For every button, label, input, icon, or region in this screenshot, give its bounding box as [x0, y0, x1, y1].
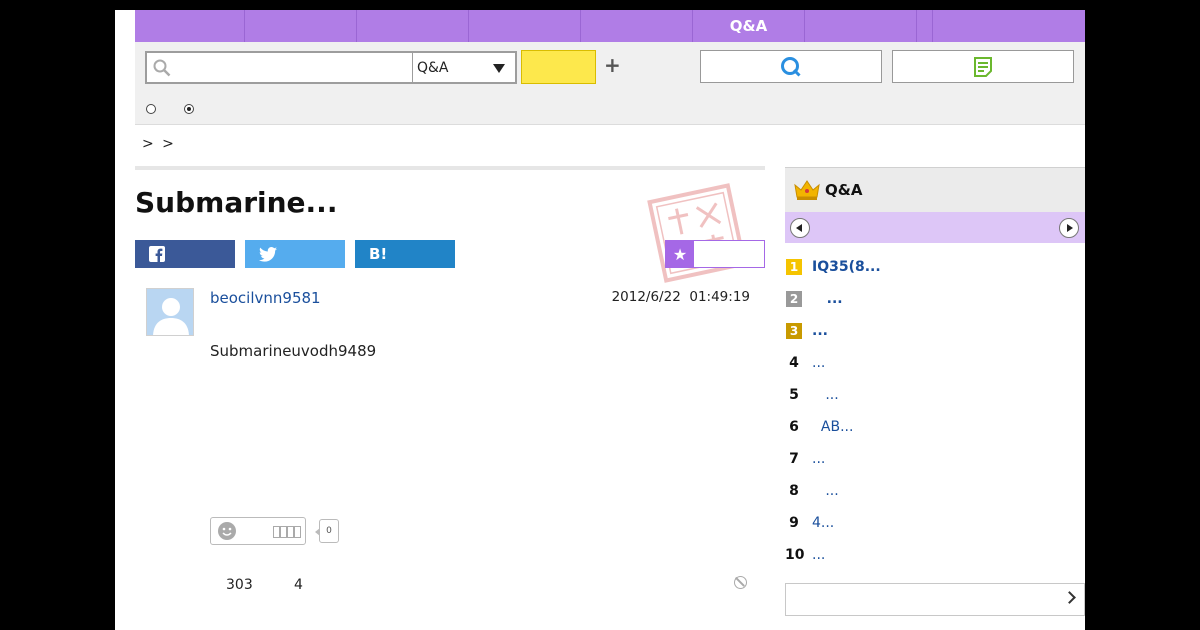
note-icon: [974, 56, 992, 77]
plus-icon[interactable]: +: [604, 54, 621, 76]
search-input[interactable]: [181, 57, 406, 77]
rank-badge: 2: [786, 291, 802, 307]
rank-number: 6: [789, 419, 799, 435]
search-input-wrap: [147, 53, 413, 82]
answer-count: 4: [294, 577, 303, 593]
report-icon[interactable]: [734, 576, 747, 589]
ranking-item[interactable]: 8 ...: [785, 481, 1085, 505]
favorite-button[interactable]: ★: [665, 240, 765, 268]
ranking-item-title[interactable]: 4...: [812, 513, 834, 533]
chevron-down-icon: [493, 64, 505, 73]
nav-item-8[interactable]: [917, 10, 933, 42]
ranking-item-title[interactable]: IQ35(8...: [812, 257, 881, 277]
twitter-icon: [259, 246, 277, 262]
view-count: 303: [226, 577, 253, 593]
ranking-more-link[interactable]: [785, 583, 1085, 616]
search-button[interactable]: [521, 50, 596, 84]
next-arrow-icon[interactable]: [1059, 218, 1079, 238]
ranking-item-title[interactable]: ...: [812, 385, 838, 405]
rank-number: 8: [789, 483, 799, 499]
ranking-tabs: [785, 212, 1085, 243]
rank-badge: 1: [786, 259, 802, 275]
hatena-label: B!: [369, 245, 388, 263]
ranking-header: Q&A: [785, 167, 1085, 212]
smile-icon: [218, 522, 236, 540]
nav-item-3[interactable]: [357, 10, 469, 42]
crown-icon: [794, 180, 820, 200]
nav-item-9[interactable]: [933, 10, 1085, 42]
ranking-item[interactable]: 1 IQ35(8...: [785, 257, 1085, 281]
global-nav: Q&A: [135, 10, 1085, 42]
rank-number: 9: [789, 515, 799, 531]
ranking-item[interactable]: 5 ...: [785, 385, 1085, 409]
rank-number: 4: [789, 355, 799, 371]
question-title: Submarine...: [135, 186, 338, 219]
page: Q&A Q&A + > > Submarine... B! ★ beocilvn…: [115, 10, 1085, 630]
search-icon: [153, 59, 171, 77]
ranking-title: Q&A: [825, 181, 863, 199]
question-body: Submarineuvodh9489: [210, 342, 377, 360]
reaction-count: 0: [315, 519, 339, 543]
ranking-item[interactable]: 10...: [785, 545, 1085, 569]
previous-arrow-icon[interactable]: [790, 218, 810, 238]
ranking-item-title[interactable]: ...: [812, 481, 838, 501]
share-twitter-button[interactable]: [245, 240, 345, 268]
search-mode-radio-2[interactable]: [184, 104, 194, 114]
divider: [135, 166, 765, 170]
nav-item-1[interactable]: [135, 10, 245, 42]
nav-item-2[interactable]: [245, 10, 357, 42]
ranking-item[interactable]: 9 4...: [785, 513, 1085, 537]
reaction-label-placeholder-icon: [273, 526, 301, 538]
breadcrumb[interactable]: > >: [142, 136, 174, 152]
ranking-item-title[interactable]: ...: [812, 321, 828, 341]
ranking-item-title[interactable]: ...: [812, 289, 843, 309]
ranking-item[interactable]: 6 AB...: [785, 417, 1085, 441]
search-box: Q&A: [145, 51, 517, 84]
q-icon: [781, 56, 801, 77]
scope-select[interactable]: Q&A: [413, 53, 515, 82]
nav-item-4[interactable]: [469, 10, 581, 42]
rank-number: 5: [789, 387, 799, 403]
user-silhouette-icon: [153, 298, 189, 335]
answer-question-button[interactable]: [892, 50, 1074, 83]
facebook-icon: [149, 246, 165, 262]
reaction-button[interactable]: [210, 517, 306, 545]
ask-question-button[interactable]: [700, 50, 882, 83]
rank-number: 7: [789, 451, 799, 467]
rank-badge: 3: [786, 323, 802, 339]
ranking-item-title[interactable]: ...: [812, 353, 825, 373]
chevron-right-icon: [1063, 591, 1076, 604]
rank-number: 10: [785, 547, 805, 563]
post-timestamp: 2012/6/22 01:49:19: [611, 289, 750, 305]
share-facebook-button[interactable]: [135, 240, 235, 268]
ranking-item[interactable]: 4...: [785, 353, 1085, 377]
nav-item-6[interactable]: Q&A: [693, 10, 805, 42]
ranking-item[interactable]: 2 ...: [785, 289, 1085, 313]
nav-item-7[interactable]: [805, 10, 917, 42]
ranking-item[interactable]: 7...: [785, 449, 1085, 473]
search-mode-radio-1[interactable]: [146, 104, 156, 114]
solved-stamp-icon: [647, 183, 747, 283]
ranking-item[interactable]: 3...: [785, 321, 1085, 345]
username-link[interactable]: beocilvnn9581: [210, 289, 321, 307]
search-area: Q&A +: [135, 42, 1085, 125]
ranking-item-title[interactable]: ...: [812, 449, 825, 469]
star-icon: ★: [666, 241, 694, 267]
avatar[interactable]: [146, 288, 194, 336]
scope-select-value: Q&A: [417, 59, 449, 76]
ranking-item-title[interactable]: ...: [812, 545, 825, 565]
ranking-item-title[interactable]: AB...: [812, 417, 854, 437]
ranking-sidebar: Q&A 1 IQ35(8... 2 ... 3... 4... 5 ... 6 AB... 7…: [785, 167, 1085, 616]
share-hatena-button[interactable]: B!: [355, 240, 455, 268]
nav-item-5[interactable]: [581, 10, 693, 42]
